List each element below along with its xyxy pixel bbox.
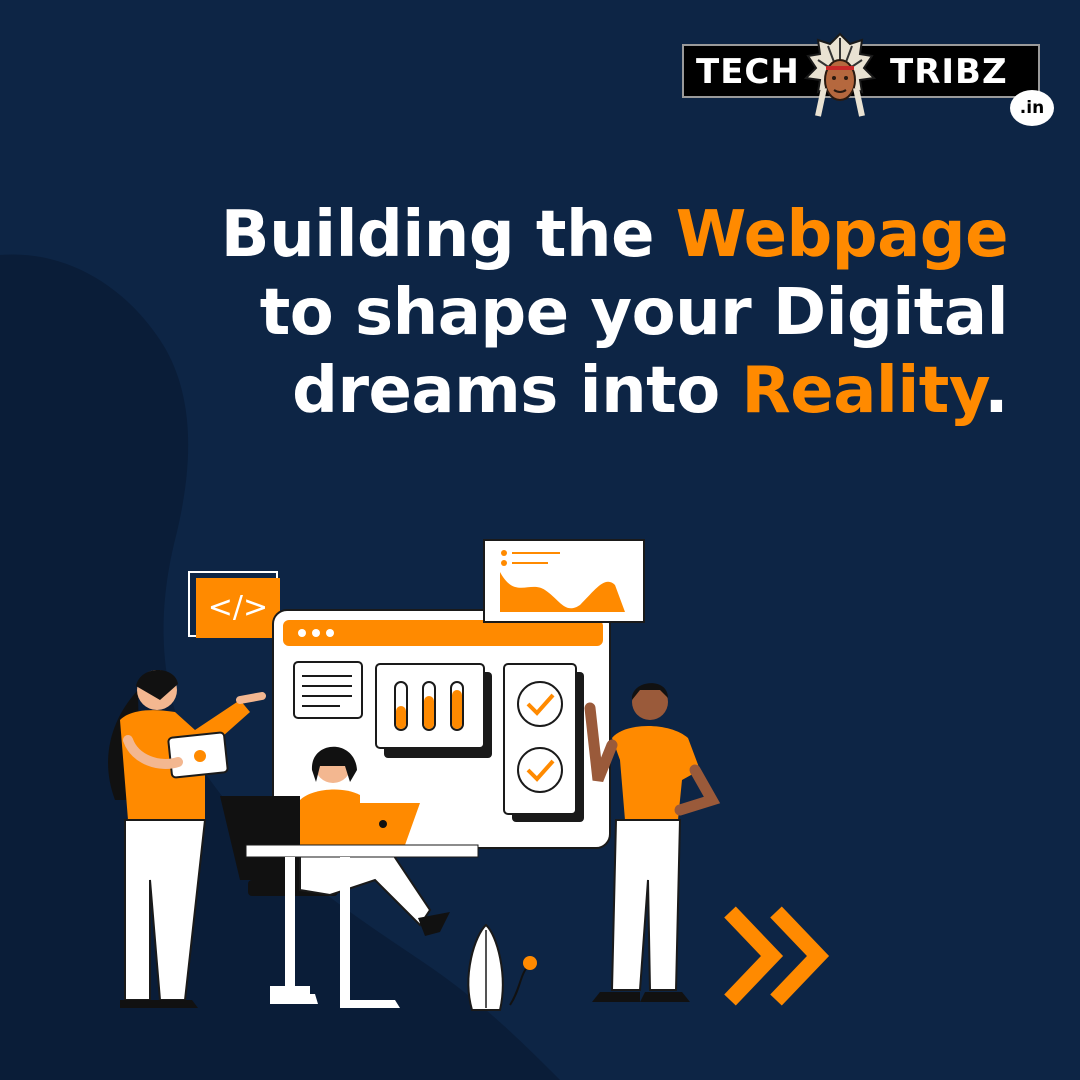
checkmark-icon: [517, 747, 563, 793]
double-chevron-right-icon: [724, 906, 830, 1006]
code-icon: </>: [188, 571, 280, 638]
checkmark-icon: [517, 681, 563, 727]
code-tag-label: </>: [208, 590, 268, 625]
social-post: TECH TRIBZ .in Building the Webpage to s…: [0, 0, 1080, 1080]
area-chart-icon: [483, 539, 645, 623]
team-illustration: </>: [108, 539, 830, 1011]
potted-plant-figure: [467, 923, 537, 1011]
